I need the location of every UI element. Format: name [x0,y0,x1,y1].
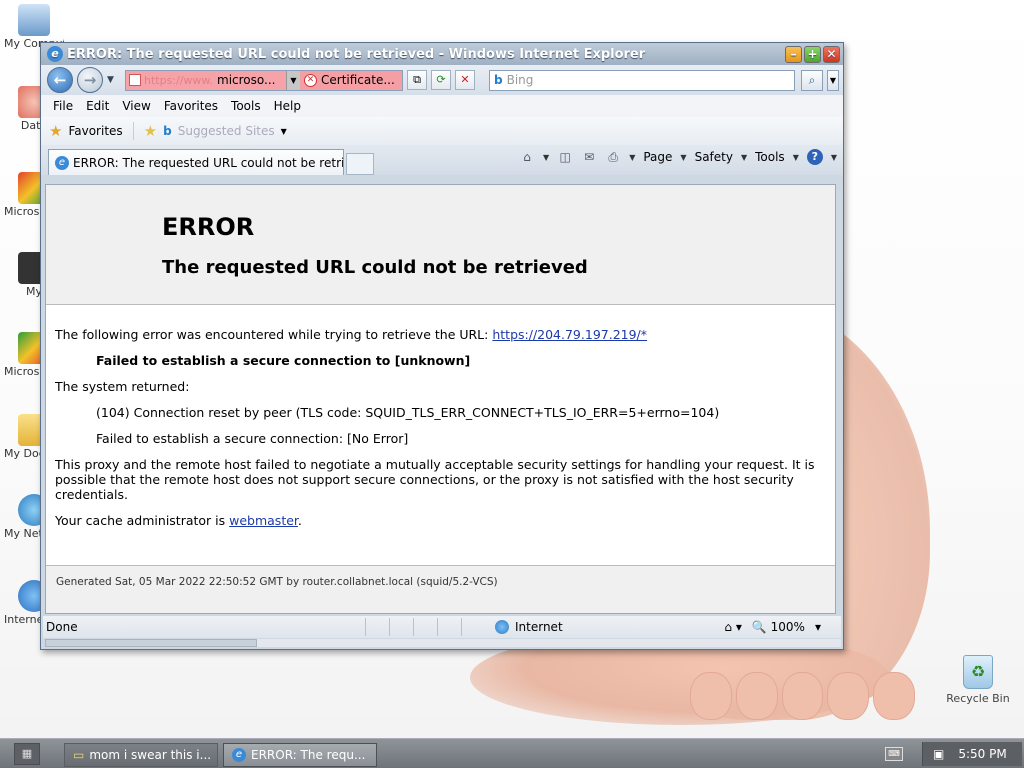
clock[interactable]: 5:50 PM [958,747,1006,761]
command-bar: ⌂ ▼ ◫ ✉ ⎙ ▼ Page ▼ Safety ▼ Tools ▼ ? ▼ [519,149,837,165]
menu-help[interactable]: Help [268,99,308,113]
error-header: ERROR The requested URL could not be ret… [46,185,835,305]
navigation-bar: ← → ▼ https://www. microso... ▼ ✕ Certif… [41,65,843,95]
error-url-link[interactable]: https://204.79.197.219/* [492,327,647,342]
chevron-down-icon[interactable]: ▼ [831,153,837,162]
protected-mode-icon[interactable]: ⌂ ▾ [724,620,741,634]
feeds-icon[interactable]: ◫ [557,149,573,165]
mail-icon[interactable]: ✉ [581,149,597,165]
safety-menu[interactable]: Safety [695,150,733,164]
address-bar[interactable]: https://www. microso... ▼ ✕ Certificate.… [125,69,403,91]
ie-icon: e [47,46,63,62]
page-menu[interactable]: Page [643,150,672,164]
recent-pages-dropdown[interactable]: ▼ [107,75,117,85]
error-footer: Generated Sat, 05 Mar 2022 22:50:52 GMT … [46,565,835,613]
chevron-down-icon: ▼ [740,152,748,162]
tools-menu[interactable]: Tools [755,150,785,164]
error-icon: ✕ [304,73,317,87]
start-button[interactable]: ▦ [14,743,40,765]
menu-favorites[interactable]: Favorites [158,99,225,113]
chevron-down-icon: ▼ [680,152,687,162]
back-button[interactable]: ← [47,67,73,93]
chevron-down-icon: ▼ [792,152,799,162]
desktop-icon-recycle-bin[interactable]: ♻ Recycle Bin [935,655,1021,705]
recycle-bin-icon: ♻ [963,655,993,689]
computer-icon [18,4,50,36]
scrollbar-thumb[interactable] [45,639,257,647]
page-icon [129,74,141,86]
forward-button[interactable]: → [77,67,103,93]
zoom-level[interactable]: 🔍 100% [752,620,805,634]
folder-icon: ▭ [73,748,85,762]
page-subtitle: The requested URL could not be retrieved [162,257,588,278]
error-intro: The following error was encountered whil… [55,327,648,342]
keyboard-icon[interactable]: ⌨ [885,747,903,761]
chevron-down-icon[interactable]: ▼ [629,153,635,162]
zoom-dropdown[interactable]: ▾ [815,620,821,634]
security-zone[interactable]: Internet [515,620,685,634]
favorites-bar: ★ Favorites ★ b Suggested Sites ▼ [41,117,843,145]
search-options-dropdown[interactable]: ▼ [827,69,839,91]
compatibility-view-button[interactable]: ⧉ [407,70,427,90]
add-favorite-icon[interactable]: ★ [144,122,157,140]
ie-icon: e [55,155,69,170]
address-host: microso... [217,73,276,87]
favorites-button[interactable]: Favorites [68,124,122,138]
suggested-sites-link[interactable]: Suggested Sites [178,124,275,138]
print-icon[interactable]: ⎙ [605,149,621,165]
new-tab-button[interactable] [346,153,374,175]
tab-bar: e ERROR: The requested URL could not be … [41,145,843,175]
network-icon[interactable]: ▣ [933,747,944,761]
menu-edit[interactable]: Edit [80,99,116,113]
status-text: Done [46,620,78,634]
menu-file[interactable]: File [47,99,80,113]
status-bar: Done Internet ⌂ ▾ 🔍 100% ▾ [43,616,841,638]
favorites-star-icon: ★ [49,122,63,140]
title-bar[interactable]: e ERROR: The requested URL could not be … [41,43,843,65]
admin-line: Your cache administrator is webmaster. [55,513,302,528]
page-content: ERROR The requested URL could not be ret… [45,184,836,614]
help-icon[interactable]: ? [806,149,823,165]
window-title: ERROR: The requested URL could not be re… [67,46,646,62]
search-box[interactable]: b Bing [489,69,795,91]
separator [132,122,134,140]
internet-zone-icon [495,620,509,634]
address-dropdown[interactable]: ▼ [286,70,300,90]
bing-icon: b [163,124,172,138]
address-blurred: https://www. [144,73,213,87]
chevron-down-icon[interactable]: ▼ [281,127,287,136]
home-icon[interactable]: ⌂ [519,149,535,165]
stop-button[interactable]: ✕ [455,70,475,90]
system-tray: ▣ 5:50 PM [922,742,1022,766]
ie-icon: e [232,748,246,762]
taskbar-folder-button[interactable]: ▭ mom i swear this i... [64,743,218,767]
tab-error-page[interactable]: e ERROR: The requested URL could not be … [48,149,344,175]
bing-icon: b [494,73,503,87]
menu-bar: File Edit View Favorites Tools Help [41,95,843,117]
taskbar-ie-button[interactable]: e ERROR: The requ... [223,743,377,767]
generated-text: Generated Sat, 05 Mar 2022 22:50:52 GMT … [56,576,498,588]
connection-reset: (104) Connection reset by peer (TLS code… [96,405,720,420]
wallpaper-toes [690,672,915,720]
menu-tools[interactable]: Tools [225,99,268,113]
error-body: The following error was encountered whil… [46,305,835,528]
page-title: ERROR [162,213,255,241]
secure-fail: Failed to establish a secure connection:… [96,431,409,446]
certificate-error-button[interactable]: ✕ Certificate... [300,70,402,90]
error-failed: Failed to establish a secure connection … [96,353,471,368]
webmaster-link[interactable]: webmaster [229,513,298,528]
taskbar: ▦ ▭ mom i swear this i... e ERROR: The r… [0,738,1024,768]
ie-window: e ERROR: The requested URL could not be … [40,42,844,650]
error-explanation: This proxy and the remote host failed to… [55,457,815,502]
horizontal-scrollbar[interactable] [45,639,841,647]
maximize-button[interactable]: + [804,45,821,63]
refresh-button[interactable]: ⟳ [431,70,451,90]
close-button[interactable]: ✕ [823,45,840,63]
chevron-down-icon[interactable]: ▼ [543,153,549,162]
minimize-button[interactable]: – [785,45,802,63]
menu-view[interactable]: View [116,99,157,113]
search-button[interactable]: ⌕ [801,69,823,91]
system-returned: The system returned: [55,379,190,394]
